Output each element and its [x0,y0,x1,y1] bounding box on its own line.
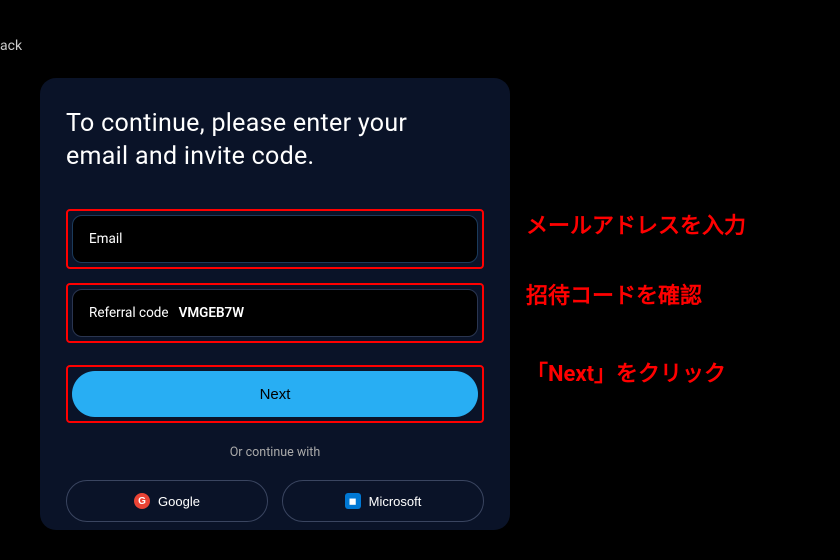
annotation-referral: 招待コードを確認 [526,278,702,310]
annotation-next: 「Next」をクリック [526,356,726,388]
google-button[interactable]: G Google [66,480,268,522]
annotation-email: メールアドレスを入力 [526,208,746,240]
divider-text: Or continue with [66,445,484,460]
page-title: To continue, please enter your email and… [66,108,484,173]
heading-line-2: email and invite code. [66,142,314,171]
signup-card: To continue, please enter your email and… [40,78,510,530]
microsoft-button[interactable]: ◼ Microsoft [282,480,484,522]
referral-field[interactable]: Referral code VMGEB7W [72,289,478,337]
email-field[interactable]: Email [72,215,478,263]
next-button[interactable]: Next [72,371,478,417]
oauth-row: G Google ◼ Microsoft [66,480,484,522]
google-icon: G [134,493,150,509]
google-label: Google [158,494,200,509]
referral-value: VMGEB7W [179,305,245,321]
microsoft-icon: ◼ [345,493,361,509]
microsoft-label: Microsoft [369,494,422,509]
heading-line-1: To continue, please enter your [66,109,407,138]
referral-label: Referral code [89,305,169,321]
referral-highlight: Referral code VMGEB7W [66,283,484,343]
back-link[interactable]: ack [0,38,22,54]
next-highlight: Next [66,365,484,423]
email-highlight: Email [66,209,484,269]
email-placeholder: Email [89,231,122,247]
